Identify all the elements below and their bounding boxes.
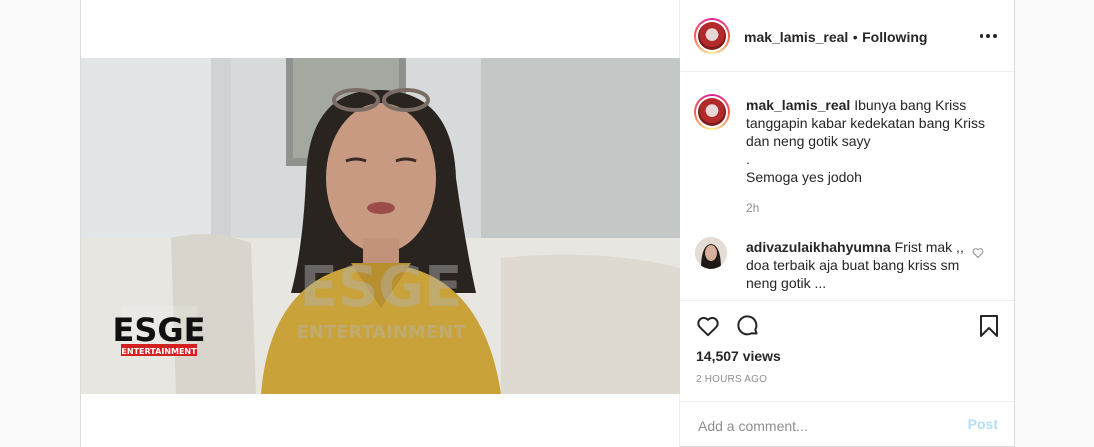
post-button[interactable]: Post (968, 416, 998, 432)
post-date[interactable]: 2 HOURS AGO (696, 374, 767, 385)
video-frame: ESGE ENTERTAINMENT ESGE ENTERTAINMENT (81, 58, 680, 394)
following-button[interactable]: Following (862, 29, 927, 45)
caption-line-2: . (746, 151, 750, 167)
separator-dot: • (852, 29, 858, 45)
bookmark-icon[interactable] (977, 314, 1001, 343)
caption: mak_lamis_real Ibunya bang Kriss tanggap… (746, 96, 996, 186)
esge-logo: ESGE (112, 311, 205, 349)
more-options-icon[interactable] (978, 26, 998, 46)
watermark-sub: ENTERTAINMENT (296, 322, 466, 343)
video-player[interactable]: ESGE ENTERTAINMENT ESGE ENTERTAINMENT (81, 58, 680, 394)
comment-icon[interactable] (736, 314, 760, 343)
comment-item: adivazulaikhahyumna Frist mak ,, doa ter… (746, 238, 966, 292)
side-panel: mak_lamis_real • Following mak_lamis_rea… (680, 0, 1014, 447)
caption-line-3: Semoga yes jodoh (746, 169, 862, 185)
comment-like-heart-icon[interactable] (972, 246, 984, 264)
header-username[interactable]: mak_lamis_real (744, 29, 848, 45)
commenter-avatar[interactable] (695, 237, 727, 269)
post-header: mak_lamis_real • Following (680, 0, 1014, 72)
avatar[interactable] (694, 18, 730, 54)
comment-input[interactable] (696, 414, 950, 438)
comments-section: mak_lamis_real Ibunya bang Kriss tanggap… (680, 72, 1014, 301)
actions-bar: 14,507 views 2 HOURS AGO (680, 301, 1014, 401)
caption-username[interactable]: mak_lamis_real (746, 97, 850, 113)
esge-logo-sub: ENTERTAINMENT (121, 347, 197, 356)
media-panel: ESGE ENTERTAINMENT ESGE ENTERTAINMENT (81, 0, 680, 447)
view-count[interactable]: 14,507 views (696, 348, 781, 364)
watermark-logo: ESGE (300, 255, 463, 320)
comment-username[interactable]: adivazulaikhahyumna (746, 239, 891, 255)
caption-time[interactable]: 2h (746, 201, 759, 215)
add-comment-bar: Post (680, 401, 1014, 447)
post-card: ESGE ENTERTAINMENT ESGE ENTERTAINMENT ma… (80, 0, 1015, 447)
caption-avatar[interactable] (694, 94, 730, 130)
heart-icon[interactable] (696, 314, 720, 343)
